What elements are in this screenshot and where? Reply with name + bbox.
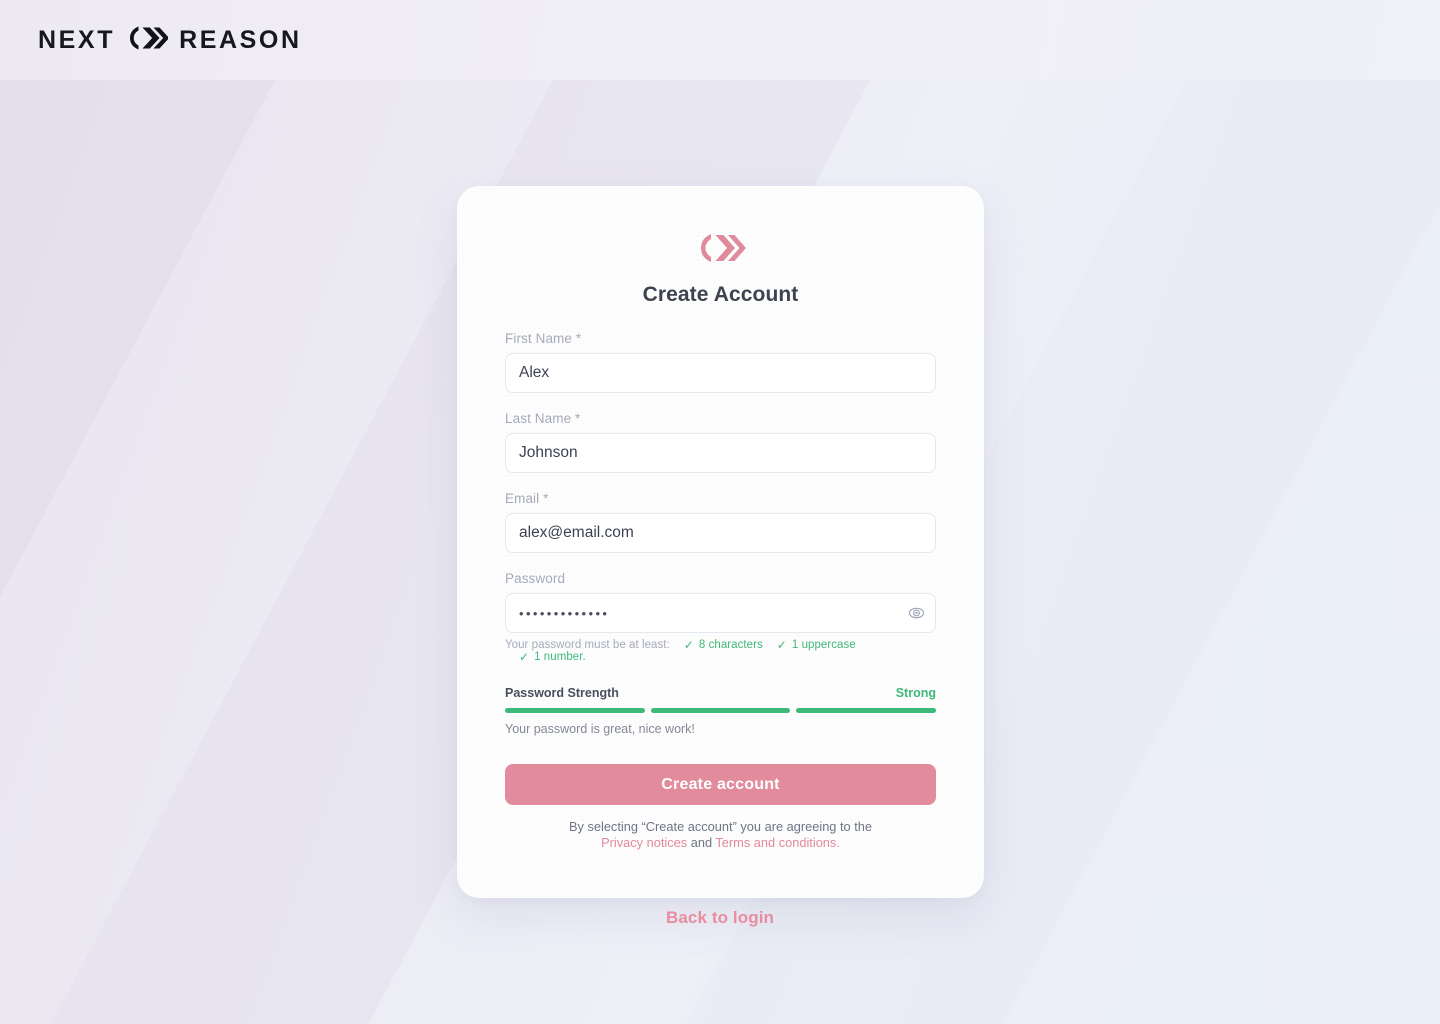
check-icon: ✓ xyxy=(776,638,787,652)
chevrons-logo-icon xyxy=(126,25,170,56)
card-logo xyxy=(505,232,936,269)
field-last-name: Last Name * xyxy=(505,411,936,473)
terms-conjunction: and xyxy=(690,834,713,850)
brand-word-reason: REASON xyxy=(179,25,302,54)
create-account-button[interactable]: Create account xyxy=(505,764,936,805)
back-to-login-link[interactable]: Back to login xyxy=(666,908,774,927)
password-rule-8-characters: ✓ 8 characters xyxy=(684,639,763,651)
back-to-login-container: Back to login xyxy=(0,908,1440,928)
password-rule-1-uppercase: ✓ 1 uppercase xyxy=(777,639,856,651)
password-rule-label: 1 uppercase xyxy=(791,639,856,651)
terms-text: By selecting “Create account” you are ag… xyxy=(505,819,936,850)
field-email: Email * xyxy=(505,491,936,553)
password-rule-label: 8 characters xyxy=(698,639,763,651)
signup-page: NEXT REASON Create Account First Name * … xyxy=(0,0,1440,1024)
brand-logo[interactable]: NEXT REASON xyxy=(38,25,302,56)
password-rules-prefix: Your password must be at least: xyxy=(505,639,670,651)
brand-word-next: NEXT xyxy=(38,25,116,54)
privacy-notices-link[interactable]: Privacy notices xyxy=(601,835,687,850)
eye-icon[interactable] xyxy=(908,605,925,622)
strength-segment xyxy=(796,708,937,713)
first-name-input[interactable] xyxy=(505,353,936,393)
first-name-label: First Name * xyxy=(505,331,582,346)
page-title: Create Account xyxy=(642,283,799,306)
email-input[interactable] xyxy=(505,513,936,553)
password-rule-1-number: ✓ 1 number. xyxy=(519,651,586,663)
password-requirements: Your password must be at least: ✓ 8 char… xyxy=(505,639,936,663)
chevrons-logo-icon xyxy=(696,232,746,269)
password-strength-hint: Your password is great, nice work! xyxy=(505,722,695,736)
terms-conditions-link[interactable]: Terms and conditions. xyxy=(715,835,839,850)
password-strength-label: Password Strength xyxy=(505,686,619,700)
field-first-name: First Name * xyxy=(505,331,936,393)
signup-card: Create Account First Name * Last Name * … xyxy=(457,186,984,898)
last-name-input[interactable] xyxy=(505,433,936,473)
email-label: Email * xyxy=(505,491,549,506)
password-rule-label: 1 number. xyxy=(534,651,586,663)
last-name-label: Last Name * xyxy=(505,411,581,426)
password-label: Password xyxy=(505,571,566,586)
password-strength: Password Strength Strong Your password i… xyxy=(505,686,937,736)
check-icon: ✓ xyxy=(519,650,530,664)
strength-segment xyxy=(650,708,791,713)
terms-lead: By selecting “Create account” you are ag… xyxy=(568,819,873,834)
strength-segment xyxy=(505,708,645,713)
field-password: Password Your password must be at least: xyxy=(505,571,936,663)
page-header: NEXT REASON xyxy=(0,0,1440,80)
password-strength-meter xyxy=(505,708,937,713)
password-input[interactable] xyxy=(505,593,936,633)
check-icon: ✓ xyxy=(683,638,694,652)
password-strength-value: Strong xyxy=(895,686,936,700)
